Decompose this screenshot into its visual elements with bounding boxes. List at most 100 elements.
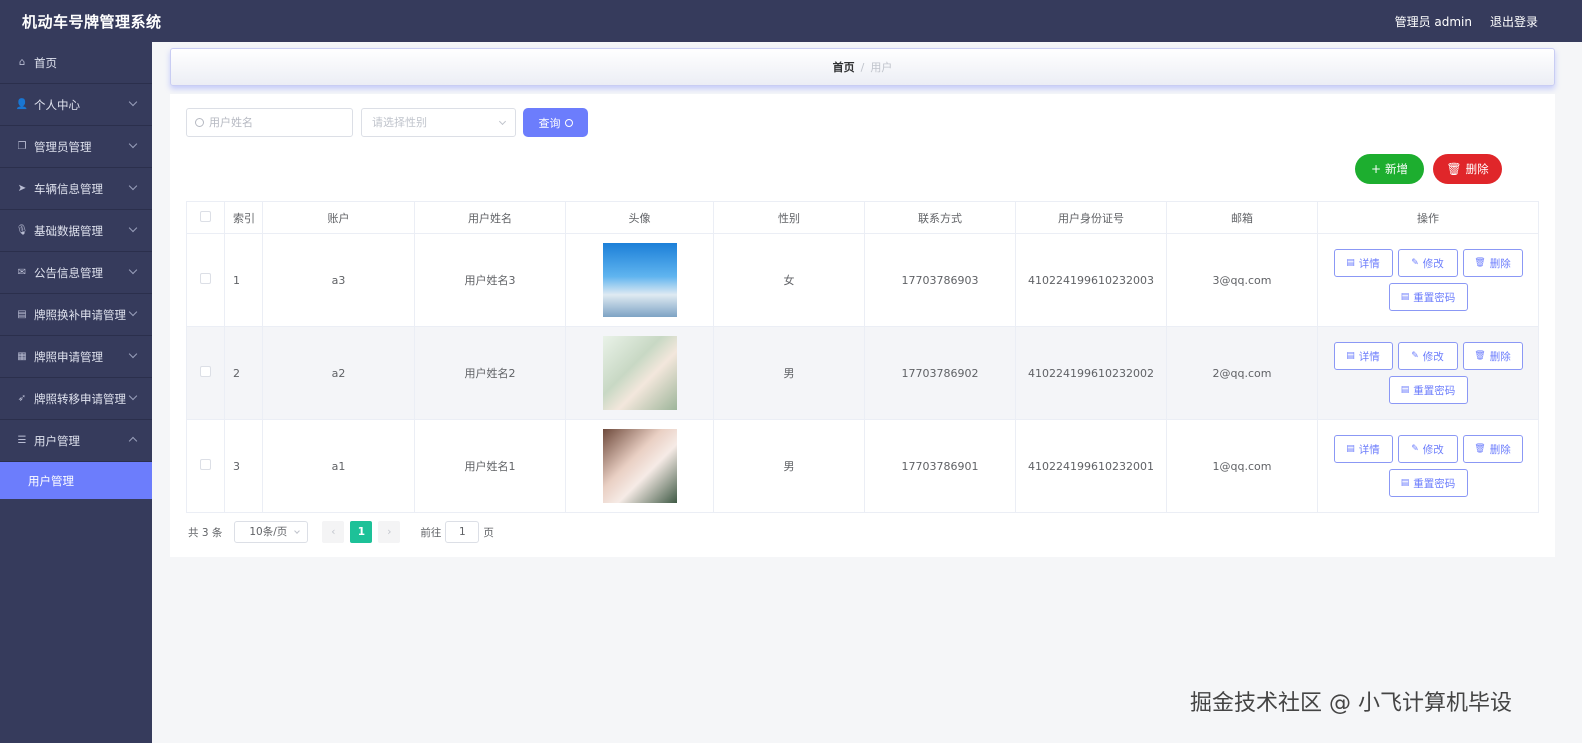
chevron-down-icon	[128, 349, 138, 359]
column-header: 头像	[565, 201, 714, 234]
index-cell: 1	[224, 233, 263, 327]
edit-icon: ✎	[1411, 444, 1419, 454]
delete-label: 删除	[1489, 257, 1511, 270]
search-placeholder: 用户姓名	[209, 116, 253, 129]
breadcrumb-separator: /	[860, 60, 865, 74]
prev-page-button[interactable]: ‹	[322, 521, 345, 543]
send-icon: ➤	[17, 183, 27, 194]
row-select-cell[interactable]	[186, 419, 225, 513]
chevron-down-icon	[294, 528, 301, 534]
page-suffix: 页	[483, 526, 494, 539]
delete-button[interactable]: 🗑 删除	[1462, 342, 1523, 370]
detail-button[interactable]: ▤ 详情	[1333, 435, 1393, 463]
account-cell: a2	[262, 326, 415, 420]
sidebar-item[interactable]: ➤ 车辆信息管理	[0, 168, 152, 210]
row-select-cell[interactable]	[186, 326, 225, 420]
delete-label: 删除	[1489, 443, 1511, 456]
breadcrumb: 首页 / 用户	[170, 48, 1555, 86]
list-icon: ☰	[17, 435, 27, 446]
table-row: 3 a1 用户姓名1 男 17703786901 410224199610232001 1@…	[186, 419, 1539, 513]
detail-label: 详情	[1358, 257, 1380, 270]
sidebar-item[interactable]: ▤ 牌照换补申请管理	[0, 294, 152, 336]
delete-label: 删除	[1489, 350, 1511, 363]
detail-label: 详情	[1358, 443, 1380, 456]
reset-password-button[interactable]: ▤ 重置密码	[1388, 469, 1468, 497]
copy-icon: ❐	[17, 141, 27, 152]
watermark: 掘金技术社区 @ 小飞计算机毕设	[1190, 691, 1512, 716]
sidebar-item-label: 管理员管理	[34, 139, 92, 154]
sidebar-item[interactable]: ➶ 牌照转移申请管理	[0, 378, 152, 420]
current-user-label: 管理员 admin	[1394, 15, 1472, 29]
edit-button[interactable]: ✎ 修改	[1397, 342, 1458, 370]
goto-label: 前往	[420, 526, 442, 539]
batch-delete-label: 删除	[1465, 162, 1489, 176]
column-header: 索引	[224, 201, 263, 234]
name-cell: 用户姓名3	[414, 233, 566, 327]
user-name-search-input[interactable]: 用户姓名	[186, 108, 353, 137]
detail-button[interactable]: ▤ 详情	[1333, 342, 1393, 370]
page-size-select[interactable]: 10条/页	[234, 521, 309, 543]
sidebar-item[interactable]: ❐ 管理员管理	[0, 126, 152, 168]
next-page-button[interactable]: ›	[378, 521, 401, 543]
avatar	[602, 336, 677, 410]
sidebar-item[interactable]: 👤 个人中心	[0, 84, 152, 126]
name-cell: 用户姓名1	[414, 419, 566, 513]
table-header-row: 索引 账户 用户姓名 头像 性别 联系方式 用户身份证号 邮箱 操作	[186, 201, 1539, 234]
index-cell: 3	[224, 419, 263, 513]
column-header: 用户身份证号	[1015, 201, 1167, 234]
document-icon: ▤	[1346, 258, 1355, 268]
chevron-down-icon	[498, 117, 507, 126]
reset-password-label: 重置密码	[1413, 477, 1456, 490]
gender-select[interactable]: 请选择性别	[361, 108, 516, 137]
edit-icon: ✎	[1411, 258, 1419, 268]
logout-link[interactable]: 退出登录	[1490, 13, 1538, 30]
sidebar-subitem-user-management[interactable]: 用户管理	[0, 462, 152, 499]
goto-page-input[interactable]: 1	[445, 521, 480, 543]
id-card-cell: 410224199610232001	[1015, 419, 1167, 513]
row-actions: ▤ 详情 ✎ 修改 🗑 删除 ▤ 重置密码	[1328, 342, 1528, 404]
sidebar-item[interactable]: ☰ 用户管理	[0, 420, 152, 462]
reset-password-button[interactable]: ▤ 重置密码	[1388, 376, 1468, 404]
edit-label: 修改	[1422, 443, 1444, 456]
edit-button[interactable]: ✎ 修改	[1397, 435, 1458, 463]
table-row: 2 a2 用户姓名2 男 17703786902 410224199610232002 2@…	[186, 326, 1539, 420]
account-cell: a3	[262, 233, 415, 327]
sidebar-item[interactable]: ✉ 公告信息管理	[0, 252, 152, 294]
reset-password-label: 重置密码	[1413, 291, 1456, 304]
delete-button[interactable]: 🗑 删除	[1462, 435, 1523, 463]
top-header: 机动车号牌管理系统 管理员 admin 退出登录	[0, 0, 1582, 42]
row-checkbox[interactable]	[200, 273, 211, 284]
sidebar-item[interactable]: 🎙 基础数据管理	[0, 210, 152, 252]
page-number-button[interactable]: 1	[350, 521, 373, 543]
sidebar-item-label: 牌照换补申请管理	[34, 307, 126, 322]
row-select-cell[interactable]	[186, 233, 225, 327]
sidebar-item[interactable]: ▦ 牌照申请管理	[0, 336, 152, 378]
edit-button[interactable]: ✎ 修改	[1397, 249, 1458, 277]
table-row: 1 a3 用户姓名3 女 17703786903 410224199610232003 3@…	[186, 233, 1539, 327]
chevron-down-icon	[128, 139, 138, 149]
query-button[interactable]: 查询	[523, 108, 588, 137]
pagination-total: 共 3 条	[188, 526, 223, 539]
breadcrumb-home[interactable]: 首页	[833, 59, 855, 75]
add-button[interactable]: + 新增	[1355, 154, 1424, 184]
plus-icon: +	[1370, 162, 1382, 176]
id-card-cell: 410224199610232003	[1015, 233, 1167, 327]
delete-button[interactable]: 🗑 删除	[1462, 249, 1523, 277]
avatar-cell	[565, 233, 714, 327]
breadcrumb-current: 用户	[870, 61, 893, 74]
mail-icon: ✉	[17, 267, 27, 278]
select-all-checkbox[interactable]	[200, 210, 211, 222]
row-checkbox[interactable]	[200, 459, 211, 470]
chevron-down-icon	[128, 391, 138, 401]
batch-delete-button[interactable]: 🗑 删除	[1433, 154, 1502, 184]
sidebar-item[interactable]: ⌂ 首页	[0, 42, 152, 84]
row-checkbox[interactable]	[200, 366, 211, 377]
main-content: 用户姓名 请选择性别 查询 + 新增 🗑 删除 索引 账户 用户姓名 头像 性别	[170, 94, 1555, 557]
detail-button[interactable]: ▤ 详情	[1333, 249, 1393, 277]
select-all-cell[interactable]	[186, 201, 225, 234]
gender-cell: 女	[713, 233, 865, 327]
reset-password-button[interactable]: ▤ 重置密码	[1388, 283, 1468, 311]
pagination: 共 3 条 10条/页 ‹ 1 › 前往 1 页	[188, 521, 494, 543]
trash-icon: 🗑	[1474, 351, 1486, 361]
document-icon: ▤	[1346, 351, 1355, 361]
